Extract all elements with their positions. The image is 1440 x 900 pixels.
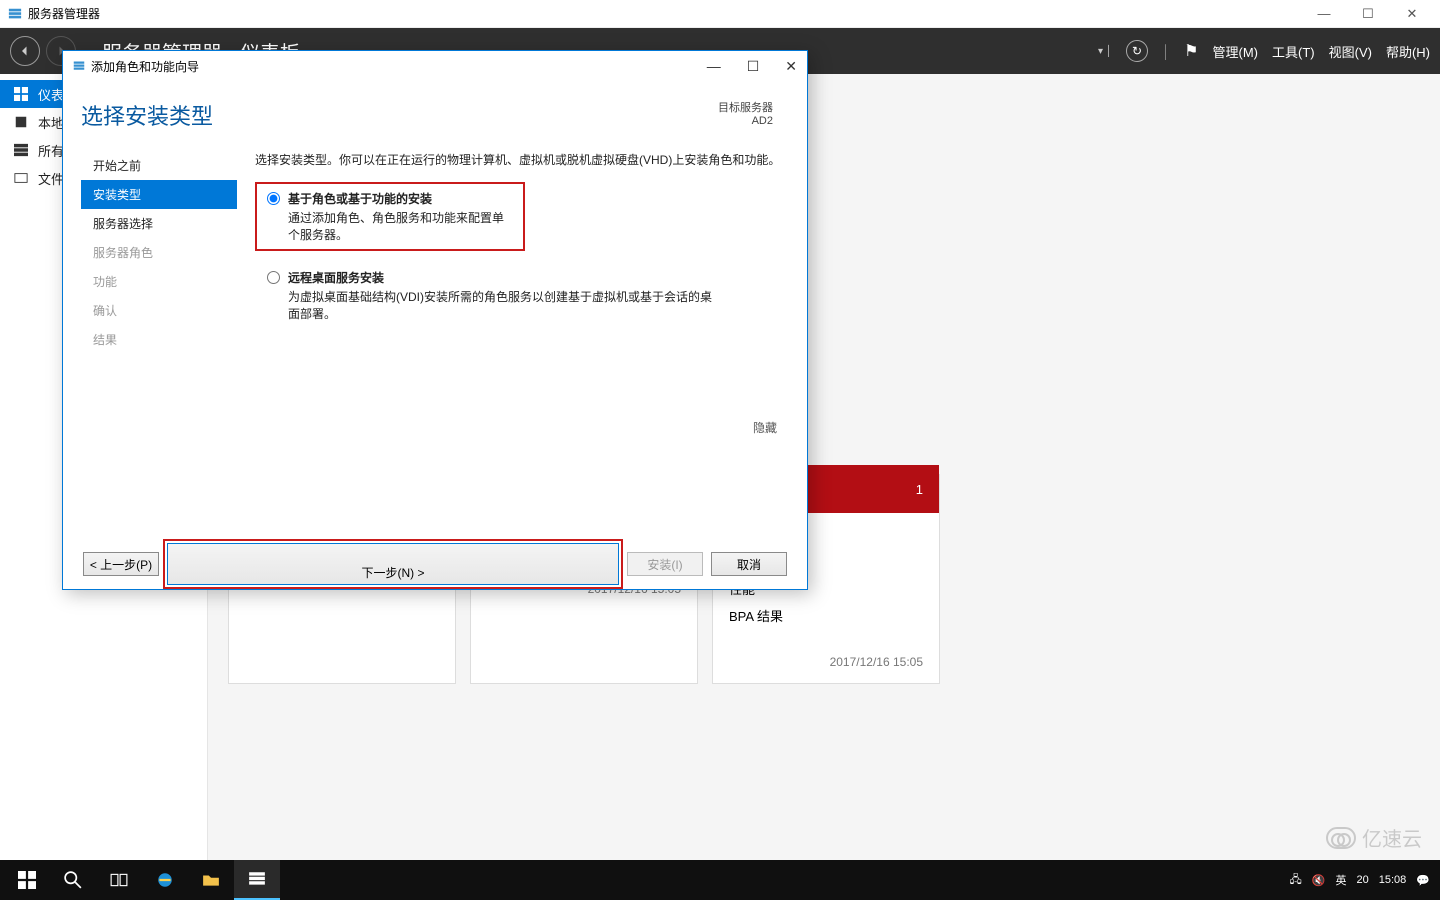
option-description: 为虚拟桌面基础结构(VDI)安装所需的角色服务以创建基于虚拟机或基于会话的桌面部…	[288, 288, 713, 322]
tile-timestamp: 2017/12/16 15:05	[729, 655, 923, 669]
task-view-button[interactable]	[96, 860, 142, 900]
titlebar: 服务器管理器 — ☐ ✕	[0, 0, 1440, 28]
taskbar: 🖧 🔇 英 20 15:08 💬	[0, 860, 1440, 900]
notifications-icon[interactable]: ⚑	[1184, 41, 1198, 61]
radio-role-based[interactable]	[267, 192, 280, 205]
dialog-titlebar: 添加角色和功能向导 — ☐ ✕	[63, 51, 807, 81]
option-title: 基于角色或基于功能的安装	[288, 190, 513, 207]
step-results: 结果	[81, 325, 237, 354]
dialog-intro-text: 选择安装类型。你可以在正在运行的物理计算机、虚拟机或脱机虚拟硬盘(VHD)上安装…	[255, 151, 789, 168]
next-button[interactable]: 下一步(N) >	[167, 543, 619, 585]
wizard-steps: 开始之前 安装类型 服务器选择 服务器角色 功能 确认 结果	[81, 151, 237, 539]
target-server-value: AD2	[718, 115, 773, 127]
dialog-close-button[interactable]: ✕	[785, 58, 797, 75]
refresh-icon[interactable]: ↻	[1126, 40, 1148, 62]
prev-button[interactable]: < 上一步(P)	[83, 552, 159, 576]
dialog-footer: < 上一步(P) 下一步(N) > 安装(I) 取消	[63, 539, 807, 589]
folder-icon	[202, 871, 220, 889]
step-server-selection[interactable]: 服务器选择	[81, 209, 237, 238]
menu-tools[interactable]: 工具(T)	[1272, 42, 1315, 61]
explorer-button[interactable]	[188, 860, 234, 900]
step-server-roles: 服务器角色	[81, 238, 237, 267]
dialog-minimize-button[interactable]: —	[707, 58, 721, 75]
server-manager-icon	[8, 7, 22, 21]
window-maximize-button[interactable]: ☐	[1358, 6, 1378, 22]
install-button: 安装(I)	[627, 552, 703, 576]
tile-item-label: BPA 结果	[729, 606, 783, 625]
step-installation-type[interactable]: 安装类型	[81, 180, 237, 209]
task-view-icon	[110, 871, 128, 889]
tray-volume-icon[interactable]: 🔇	[1312, 874, 1326, 887]
watermark: 亿速云	[1326, 823, 1422, 852]
cancel-button[interactable]: 取消	[711, 552, 787, 576]
step-before-you-begin[interactable]: 开始之前	[81, 151, 237, 180]
dialog-heading: 选择安装类型	[81, 99, 213, 131]
option-role-based-install[interactable]: 基于角色或基于功能的安装 通过添加角色、角色服务和功能来配置单个服务器。	[255, 182, 525, 251]
menu-manage[interactable]: 管理(M)	[1213, 42, 1259, 61]
step-features: 功能	[81, 267, 237, 296]
tray-time: 15:08	[1379, 874, 1407, 886]
menu-view[interactable]: 视图(V)	[1329, 42, 1372, 61]
target-server-label: 目标服务器	[718, 99, 773, 115]
ie-button[interactable]	[142, 860, 188, 900]
option-title: 远程桌面服务安装	[288, 269, 713, 286]
windows-icon	[18, 871, 36, 889]
app-title: 服务器管理器	[28, 5, 100, 22]
tray-notifications-icon[interactable]: 💬	[1416, 874, 1430, 887]
nav-back-button[interactable]	[10, 36, 40, 66]
tray-clock[interactable]: 15:08	[1379, 874, 1407, 886]
radio-rds[interactable]	[267, 271, 280, 284]
tray-ime-num: 20	[1357, 874, 1369, 886]
tile-count: 1	[916, 482, 923, 497]
ie-icon	[156, 871, 174, 889]
server-manager-task-button[interactable]	[234, 860, 280, 900]
storage-icon	[14, 171, 30, 185]
dialog-title: 添加角色和功能向导	[91, 58, 199, 75]
start-button[interactable]	[4, 860, 50, 900]
hide-link[interactable]: 隐藏	[753, 419, 777, 436]
step-confirmation: 确认	[81, 296, 237, 325]
option-description: 通过添加角色、角色服务和功能来配置单个服务器。	[288, 209, 513, 243]
servers-icon	[14, 143, 30, 157]
window-close-button[interactable]: ✕	[1402, 6, 1422, 22]
window-minimize-button[interactable]: —	[1314, 6, 1334, 22]
dialog-maximize-button[interactable]: ☐	[747, 58, 760, 75]
arrow-left-icon	[19, 45, 31, 57]
watermark-icon	[1326, 827, 1356, 849]
tray-ime-lang[interactable]: 英	[1336, 872, 1347, 888]
server-manager-icon	[73, 60, 85, 72]
tray-network-icon[interactable]: 🖧	[1290, 871, 1302, 890]
option-rds-install[interactable]: 远程桌面服务安装 为虚拟桌面基础结构(VDI)安装所需的角色服务以创建基于虚拟机…	[255, 261, 725, 330]
header-dropdown-icon[interactable]: ▾ │	[1098, 46, 1112, 57]
menu-help[interactable]: 帮助(H)	[1386, 42, 1430, 61]
watermark-text: 亿速云	[1362, 823, 1422, 852]
server-manager-icon	[248, 870, 266, 888]
search-icon	[64, 871, 82, 889]
add-roles-wizard-dialog: 添加角色和功能向导 — ☐ ✕ 选择安装类型 目标服务器 AD2 开始之前 安装…	[62, 50, 808, 590]
server-icon	[14, 115, 30, 129]
dashboard-icon	[14, 87, 30, 101]
search-button[interactable]	[50, 860, 96, 900]
